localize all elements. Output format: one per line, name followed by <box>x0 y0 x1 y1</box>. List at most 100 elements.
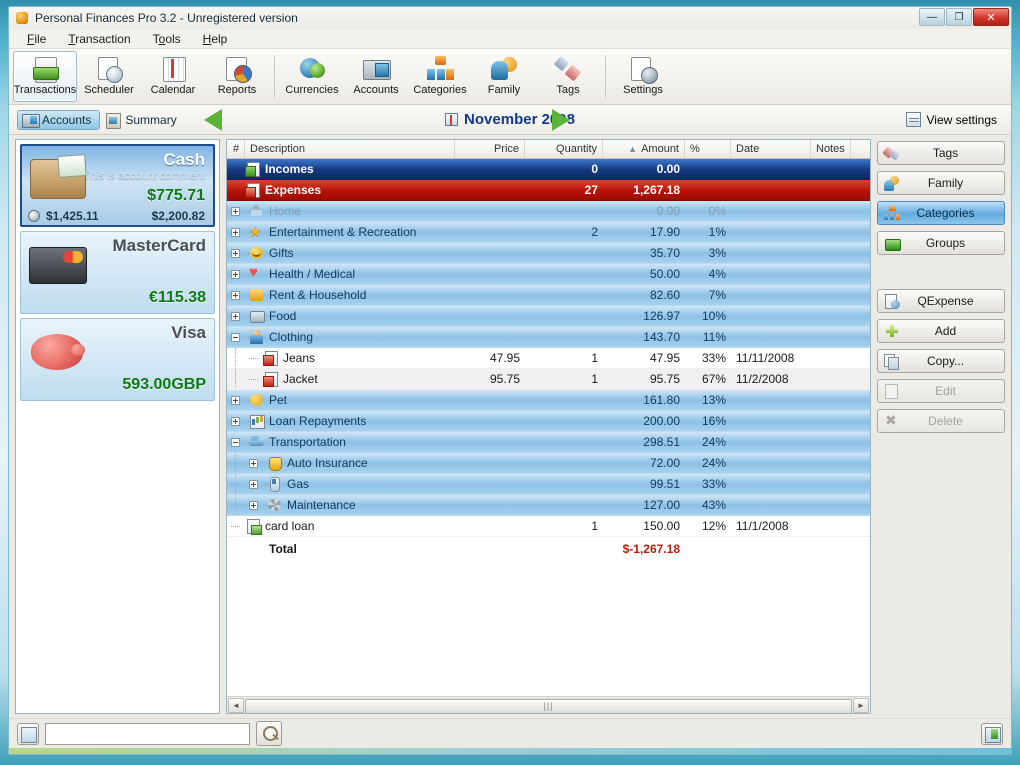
menu-transaction[interactable]: Transaction <box>58 30 140 48</box>
table-row[interactable]: Maintenance 127.00 43% <box>227 495 870 516</box>
scrollbar-track[interactable]: ||| <box>245 697 852 713</box>
row-date: 11/1/2008 <box>736 519 789 533</box>
row-amount: 298.51 <box>643 435 680 449</box>
table-row[interactable]: card loan 1 150.00 12% 11/1/2008 <box>227 516 870 537</box>
toolbar-button-settings[interactable]: Settings <box>611 51 675 102</box>
view-settings-button[interactable]: View settings <box>900 110 1003 129</box>
account-card-cash[interactable]: Cash This is account comment $775.71 $1,425… <box>20 144 215 227</box>
toolbar-button-categories[interactable]: Categories <box>408 51 472 102</box>
reports-icon <box>222 55 252 83</box>
row-date <box>731 222 811 242</box>
toolbar-button-family[interactable]: Family <box>472 51 536 102</box>
table-row[interactable]: Clothing 143.70 11% <box>227 327 870 348</box>
expand-node-button[interactable] <box>231 290 240 300</box>
scroll-right-arrow[interactable]: ► <box>853 697 869 713</box>
collapse-node-button[interactable] <box>231 437 240 447</box>
column-header-percent[interactable]: % <box>685 140 731 158</box>
table-row[interactable]: Expenses 27 1,267.18 <box>227 180 870 201</box>
panel-button-tags[interactable]: Tags <box>877 141 1005 165</box>
panel-button-family[interactable]: Family <box>877 171 1005 195</box>
tab-accounts[interactable]: Accounts <box>17 109 101 130</box>
expand-node-button[interactable] <box>231 416 240 426</box>
toolbar-button-label: Currencies <box>285 84 339 96</box>
expand-node-button[interactable] <box>231 395 240 405</box>
column-header-description[interactable]: Description <box>245 140 455 158</box>
column-header-quantity[interactable]: Quantity <box>525 140 603 158</box>
tree-line <box>227 495 245 515</box>
transportation-icon <box>249 435 264 449</box>
column-header-num[interactable]: # <box>227 140 245 158</box>
table-row[interactable]: Gifts 35.70 3% <box>227 243 870 264</box>
column-header-price[interactable]: Price <box>455 140 525 158</box>
table-row[interactable]: Auto Insurance 72.00 24% <box>227 453 870 474</box>
toolbar-button-reports[interactable]: Reports <box>205 51 269 102</box>
table-row[interactable]: Food 126.97 10% <box>227 306 870 327</box>
tags-icon <box>884 146 900 161</box>
menu-tools[interactable]: Tools <box>143 30 191 48</box>
row-description: Auto Insurance <box>287 456 368 470</box>
menu-help[interactable]: Help <box>193 30 238 48</box>
account-card-visa[interactable]: Visa 593.00GBP <box>20 318 215 401</box>
table-row[interactable]: Health / Medical 50.00 4% <box>227 264 870 285</box>
table-row[interactable]: Gas 99.51 33% <box>227 474 870 495</box>
row-description-cell: Jeans <box>227 348 455 368</box>
minimize-button[interactable]: — <box>919 8 945 26</box>
table-row[interactable]: Rent & Household 82.60 7% <box>227 285 870 306</box>
table-row[interactable]: Incomes 0 0.00 <box>227 159 870 180</box>
row-amount: 0.00 <box>656 162 680 176</box>
table-row[interactable]: Pet 161.80 13% <box>227 390 870 411</box>
collapse-node-button[interactable] <box>231 332 240 342</box>
table-row[interactable]: Entertainment & Recreation 2 17.90 1% <box>227 222 870 243</box>
expand-node-button[interactable] <box>249 500 258 510</box>
previous-period-arrow[interactable] <box>203 108 222 131</box>
column-header-amount[interactable]: ▲ Amount <box>603 140 685 158</box>
row-percent: 24% <box>701 456 726 470</box>
row-quantity <box>525 495 603 515</box>
next-period-arrow[interactable] <box>551 108 570 131</box>
toolbar-button-transactions[interactable]: Transactions <box>13 51 77 102</box>
search-button[interactable] <box>256 721 282 746</box>
column-header-notes[interactable]: Notes <box>811 140 851 158</box>
toolbar-button-scheduler[interactable]: Scheduler <box>77 51 141 102</box>
tab-summary[interactable]: Summary <box>100 110 185 130</box>
row-description: Loan Repayments <box>269 414 367 428</box>
table-row[interactable]: Home 0.00 0% <box>227 201 870 222</box>
toolbar-button-currencies[interactable]: Currencies <box>280 51 344 102</box>
maximize-button[interactable]: ❐ <box>946 8 972 26</box>
panel-toggle-left-button[interactable] <box>17 722 39 745</box>
account-card-mastercard[interactable]: MasterCard €115.38 <box>20 231 215 314</box>
expand-node-button[interactable] <box>249 479 258 489</box>
panel-button-categories[interactable]: Categories <box>877 201 1005 225</box>
table-row[interactable]: Transportation 298.51 24% <box>227 432 870 453</box>
panel-button-label: Add <box>934 324 957 338</box>
expand-node-button[interactable] <box>231 248 240 258</box>
toolbar-button-tags[interactable]: Tags <box>536 51 600 102</box>
panel-button-qexpense[interactable]: QExpense <box>877 289 1005 313</box>
row-description-cell: Pet <box>227 390 455 410</box>
scroll-left-arrow[interactable]: ◄ <box>228 697 244 713</box>
row-notes <box>811 327 870 347</box>
table-row[interactable]: Loan Repayments 200.00 16% <box>227 411 870 432</box>
transactions-icon <box>30 55 60 83</box>
search-input[interactable] <box>45 722 250 745</box>
toolbar-button-accounts[interactable]: Accounts <box>344 51 408 102</box>
panel-button-copy[interactable]: Copy... <box>877 349 1005 373</box>
scrollbar-thumb[interactable]: ||| <box>245 698 852 713</box>
panel-toggle-right-button[interactable] <box>981 722 1003 745</box>
expand-node-button[interactable] <box>231 269 240 279</box>
panel-button-add[interactable]: Add <box>877 319 1005 343</box>
expand-node-button[interactable] <box>231 311 240 321</box>
expand-node-button[interactable] <box>249 458 258 468</box>
expand-node-button[interactable] <box>231 206 240 216</box>
menu-tools-rest: ols <box>165 31 181 46</box>
row-amount: 72.00 <box>649 456 680 470</box>
horizontal-scrollbar[interactable]: ◄ ||| ► <box>227 696 870 713</box>
panel-button-groups[interactable]: Groups <box>877 231 1005 255</box>
table-row[interactable]: Jeans 47.95 1 47.95 33% 11/11/2008 <box>227 348 870 369</box>
table-row[interactable]: Jacket 95.75 1 95.75 67% 11/2/2008 <box>227 369 870 390</box>
toolbar-button-calendar[interactable]: Calendar <box>141 51 205 102</box>
close-button[interactable]: ✕ <box>973 8 1009 26</box>
menu-file[interactable]: File <box>17 30 56 48</box>
column-header-date[interactable]: Date <box>731 140 811 158</box>
expand-node-button[interactable] <box>231 227 240 237</box>
